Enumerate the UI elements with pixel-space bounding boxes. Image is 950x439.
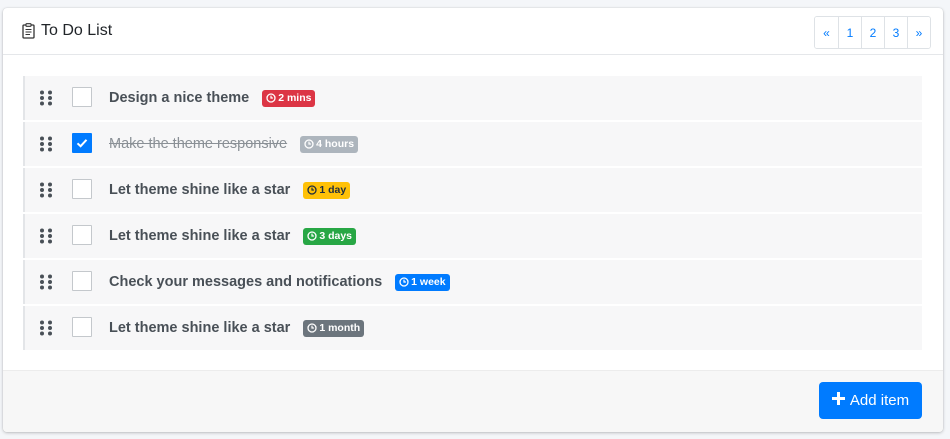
todo-content: Check your messages and notifications 1 w… — [109, 260, 450, 304]
drag-handle-icon[interactable] — [39, 136, 53, 152]
clock-icon — [307, 231, 317, 241]
plus-icon — [831, 392, 845, 409]
time-badge: 1 week — [395, 273, 450, 291]
pagination-prev[interactable]: « — [815, 17, 838, 48]
pagination-next[interactable]: » — [907, 17, 930, 48]
todo-card: To Do List « 1 2 3 » Design a nice theme… — [3, 8, 943, 432]
drag-handle-icon[interactable] — [39, 182, 53, 198]
todo-checkbox[interactable] — [72, 271, 92, 291]
todo-item: Check your messages and notifications 1 w… — [23, 260, 922, 304]
add-item-button[interactable]: Add item — [819, 382, 922, 419]
clock-icon — [304, 139, 314, 149]
time-badge: 1 day — [303, 181, 351, 199]
clock-icon — [307, 185, 317, 195]
todo-item: Let theme shine like a star 1 month — [23, 306, 922, 350]
card-title: To Do List — [22, 21, 112, 41]
clock-icon — [307, 323, 317, 333]
drag-handle-icon[interactable] — [39, 274, 53, 290]
pagination-page-2[interactable]: 2 — [861, 17, 884, 48]
todo-checkbox[interactable] — [72, 87, 92, 107]
todo-list: Design a nice theme 2 mins Make the theme … — [23, 76, 922, 352]
drag-handle-icon[interactable] — [39, 320, 53, 336]
card-title-text: To Do List — [41, 22, 113, 39]
time-badge-label: 1 month — [319, 322, 361, 334]
todo-item: Let theme shine like a star 3 days — [23, 214, 922, 258]
time-badge-label: 4 hours — [316, 138, 355, 150]
todo-checkbox[interactable] — [72, 133, 92, 153]
card-header: To Do List « 1 2 3 » — [3, 8, 943, 55]
time-badge-label: 1 week — [411, 276, 446, 288]
time-badge: 1 month — [303, 319, 365, 337]
time-badge: 3 days — [303, 227, 357, 245]
pagination: « 1 2 3 » — [814, 16, 931, 49]
drag-handle-icon[interactable] — [39, 90, 53, 106]
time-badge-label: 1 day — [319, 184, 347, 196]
todo-text: Check your messages and notifications — [109, 274, 383, 290]
clock-icon — [266, 93, 276, 103]
add-item-label: Add item — [849, 392, 910, 409]
card-footer: Add item — [3, 370, 943, 432]
todo-text: Design a nice theme — [109, 90, 250, 106]
todo-content: Make the theme responsive 4 hours — [109, 122, 359, 166]
todo-content: Let theme shine like a star 1 month — [109, 306, 365, 350]
clipboard-list-icon — [22, 23, 35, 39]
todo-checkbox[interactable] — [72, 225, 92, 245]
pagination-page-1[interactable]: 1 — [838, 17, 861, 48]
time-badge: 2 mins — [262, 89, 316, 107]
todo-text: Let theme shine like a star — [109, 182, 291, 198]
todo-item: Design a nice theme 2 mins — [23, 76, 922, 120]
todo-text: Let theme shine like a star — [109, 320, 291, 336]
todo-item: Make the theme responsive 4 hours — [23, 122, 922, 166]
todo-content: Design a nice theme 2 mins — [109, 76, 316, 120]
time-badge-label: 2 mins — [278, 92, 312, 104]
todo-content: Let theme shine like a star 1 day — [109, 168, 351, 212]
clock-icon — [399, 277, 409, 287]
time-badge: 4 hours — [300, 135, 359, 153]
todo-text: Make the theme responsive — [109, 136, 288, 152]
todo-checkbox[interactable] — [72, 317, 92, 337]
todo-content: Let theme shine like a star 3 days — [109, 214, 357, 258]
pagination-page-3[interactable]: 3 — [884, 17, 907, 48]
todo-item: Let theme shine like a star 1 day — [23, 168, 922, 212]
todo-text: Let theme shine like a star — [109, 228, 291, 244]
todo-checkbox[interactable] — [72, 179, 92, 199]
time-badge-label: 3 days — [319, 230, 353, 242]
drag-handle-icon[interactable] — [39, 228, 53, 244]
